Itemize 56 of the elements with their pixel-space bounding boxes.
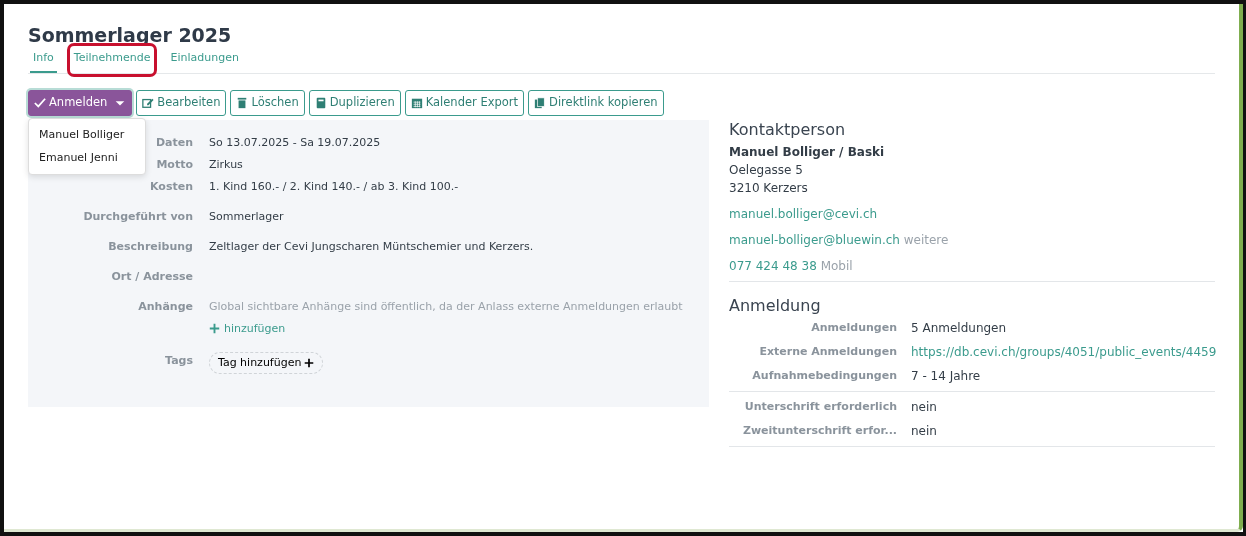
section-heading: Kontaktperson (729, 119, 847, 139)
section-heading: Anmeldung (729, 295, 822, 315)
field-value: So 13.07.2025 - Sa 19.07.2025 (209, 134, 381, 151)
action-button[interactable]: Direktlink kopieren (528, 90, 664, 116)
field-label: Anmeldungen (810, 319, 897, 336)
address-line: 3210 Kerzers (729, 179, 809, 197)
plus-icon (209, 323, 220, 335)
action-button[interactable]: Bearbeiten (136, 90, 227, 116)
edit-icon (142, 96, 155, 109)
action-button[interactable]: Duplizieren (308, 90, 401, 116)
field-label: Tags (165, 354, 193, 368)
field-label: Ort / Adresse (111, 269, 193, 283)
address-line: Oelegasse 5 (729, 161, 804, 179)
field-value: Zeltlager der Cevi Jungscharen Müntschemier und Kerzers. (209, 238, 534, 255)
registration-link[interactable]: https://db.cevi.ch/groups/4051/public_events/4459 (911, 342, 1217, 361)
field-label: Unterschrift erforderlich (743, 398, 897, 415)
plus-icon (304, 358, 315, 369)
contact-name: Manuel Bolliger / Baski (729, 143, 886, 161)
field-label: Durchgeführt von (83, 209, 193, 223)
contact-note: weitere (903, 232, 949, 247)
contact-note: Mobil (820, 258, 853, 273)
tab[interactable]: Teilnehmende (70, 46, 154, 74)
menu-item[interactable]: Emanuel Jenni (29, 146, 145, 170)
add-attachment-link[interactable]: hinzufügen (209, 319, 286, 338)
add-tag-button[interactable]: Tag hinzufügen (209, 352, 324, 375)
field-label: Daten (155, 135, 193, 149)
calendar-icon (410, 96, 423, 109)
field-value: Sommerlager (209, 208, 284, 225)
contact-link[interactable]: 077 424 48 38 (729, 258, 817, 273)
field-label: Motto (156, 157, 193, 171)
menu-item[interactable]: Manuel Bolliger (29, 124, 145, 147)
trash-icon (236, 96, 249, 109)
field-label: Zweitunterschrift erfor... (741, 422, 897, 439)
field-label: Anhänge (138, 299, 193, 313)
attachments-note: Global sichtbare Anhänge sind öffentlich, da der Anlass externe Anmeldungen erlaubt (209, 298, 683, 315)
field-label: Kosten (150, 179, 193, 193)
contact-link[interactable]: manuel-bolliger@bluewin.ch (729, 232, 900, 247)
tab[interactable]: Info (30, 46, 57, 74)
tab[interactable]: Einladungen (167, 46, 242, 74)
dropdown-button[interactable]: Anmelden (28, 90, 133, 116)
page-title: Sommerlager 2025 (28, 24, 233, 47)
field-value: nein (911, 398, 937, 416)
field-value: 5 Anmeldungen (911, 319, 1007, 337)
field-value: 7 - 14 Jahre (911, 367, 981, 385)
field-label: Beschreibung (108, 239, 193, 253)
contact-link[interactable]: manuel.bolliger@cevi.ch (729, 206, 878, 221)
copy-icon (534, 96, 547, 109)
field-value: Zirkus (209, 156, 243, 173)
action-button[interactable]: Kalender Export (404, 90, 525, 116)
book-icon (314, 96, 327, 109)
field-label: Aufnahmebedingungen (751, 367, 897, 384)
check-icon (34, 96, 46, 109)
action-button[interactable]: Löschen (230, 90, 305, 116)
field-value: 1. Kind 160.- / 2. Kind 140.- / ab 3. Kind 100.- (209, 178, 459, 195)
field-value: nein (911, 422, 937, 440)
field-label: Externe Anmeldungen (758, 343, 897, 360)
